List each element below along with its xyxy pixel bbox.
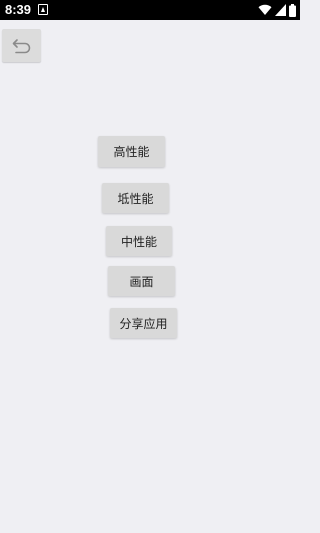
status-time: 8:39 [5,2,32,17]
back-button[interactable] [2,29,41,62]
low-performance-button[interactable]: 坻性能 [102,183,169,213]
notification-app-icon [38,4,48,15]
mid-performance-button[interactable]: 中性能 [106,226,172,256]
share-app-button[interactable]: 分享应用 [110,308,177,338]
low-performance-label: 坻性能 [117,191,154,206]
graphics-button[interactable]: 画面 [108,266,175,296]
high-performance-label: 高性能 [113,145,150,159]
signal-icon [275,4,286,16]
battery-icon [289,3,296,17]
wifi-icon [258,4,272,16]
share-app-label: 分享应用 [119,316,168,331]
graphics-label: 画面 [129,274,154,289]
status-bar: 8:39 [0,0,300,20]
high-performance-button[interactable]: 高性能 [98,136,165,167]
mid-performance-label: 中性能 [120,234,157,249]
status-icons [258,3,296,17]
undo-back-icon [12,38,30,53]
